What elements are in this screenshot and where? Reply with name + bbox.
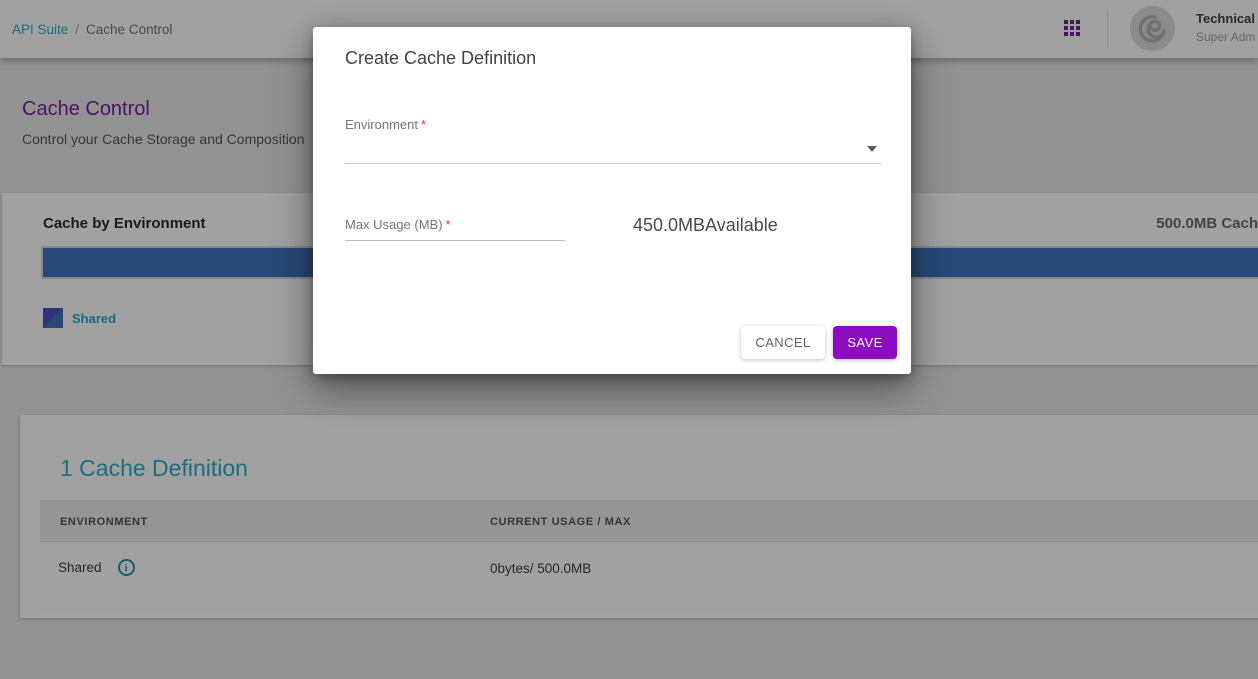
available-value: 450.0MB [633, 215, 705, 235]
cancel-button[interactable]: CANCEL [741, 326, 825, 359]
create-cache-definition-modal: Create Cache Definition Environment* Max… [313, 27, 911, 374]
available-label: Available [705, 215, 778, 235]
required-asterisk: * [421, 117, 426, 132]
environment-select[interactable] [345, 135, 881, 164]
modal-title: Create Cache Definition [345, 48, 536, 69]
environment-field-label: Environment* [345, 117, 426, 132]
chevron-down-icon [867, 146, 877, 152]
available-capacity-text: 450.0MBAvailable [633, 215, 778, 236]
max-usage-input[interactable] [345, 223, 565, 241]
save-button[interactable]: SAVE [833, 326, 897, 359]
